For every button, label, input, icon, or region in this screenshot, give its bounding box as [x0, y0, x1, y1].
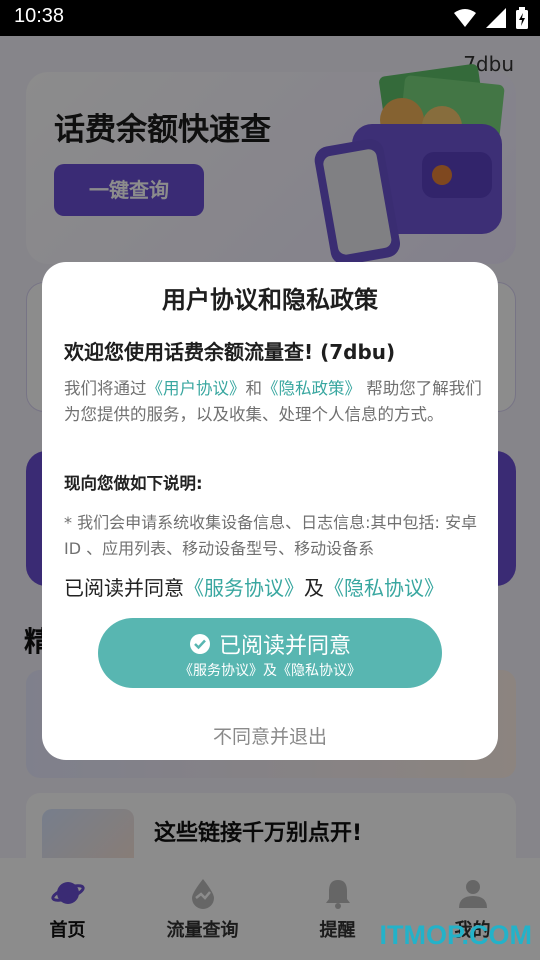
privacy-agreement-link[interactable]: 《隐私协议》 [324, 576, 444, 600]
consent-text-pre: 已阅读并同意 [64, 576, 184, 600]
agree-button-main: 已阅读并同意 [98, 628, 442, 660]
notice-heading: 现向您做如下说明: [64, 474, 203, 493]
decline-exit-button[interactable]: 不同意并退出 [42, 722, 498, 749]
status-time: 10:38 [14, 5, 65, 27]
agree-button-sublabel: 《服务协议》及《隐私协议》 [179, 663, 361, 679]
site-watermark: ITMOP.COM [379, 920, 532, 950]
dialog-welcome: 欢迎您使用话费余额流量查! (7dbu) [64, 340, 396, 364]
user-agreement-link[interactable]: 《用户协议》 [147, 379, 246, 398]
privacy-policy-link[interactable]: 《隐私政策》 [262, 379, 361, 398]
status-bar: 10:38 [0, 0, 540, 36]
dialog-title: 用户协议和隐私政策 [162, 286, 378, 314]
privacy-dialog: 用户协议和隐私政策 欢迎您使用话费余额流量查! (7dbu) 我们将通过《用户协… [42, 262, 498, 760]
check-circle-icon [189, 634, 210, 654]
agree-button-label: 已阅读并同意 [218, 634, 351, 659]
consent-text-mid: 及 [304, 576, 324, 600]
intro-text-pre: 我们将通过 [64, 379, 147, 398]
wifi-icon [454, 9, 476, 27]
consent-line: 已阅读并同意《服务协议》及《隐私协议》 [64, 572, 444, 601]
agree-button[interactable]: 已阅读并同意 《服务协议》及《隐私协议》 [98, 618, 442, 688]
notice-body[interactable]: * 我们会申请系统收集设备信息、日志信息:其中包括: 安卓ID 、应用列表、移动… [64, 510, 482, 562]
battery-icon [516, 7, 528, 29]
intro-text-mid: 和 [245, 379, 263, 398]
status-icons [454, 7, 528, 29]
signal-icon [486, 8, 506, 28]
dialog-intro: 我们将通过《用户协议》和《隐私政策》 帮助您了解我们为您提供的服务，以及收集、处… [64, 376, 482, 428]
service-agreement-link[interactable]: 《服务协议》 [184, 576, 304, 600]
